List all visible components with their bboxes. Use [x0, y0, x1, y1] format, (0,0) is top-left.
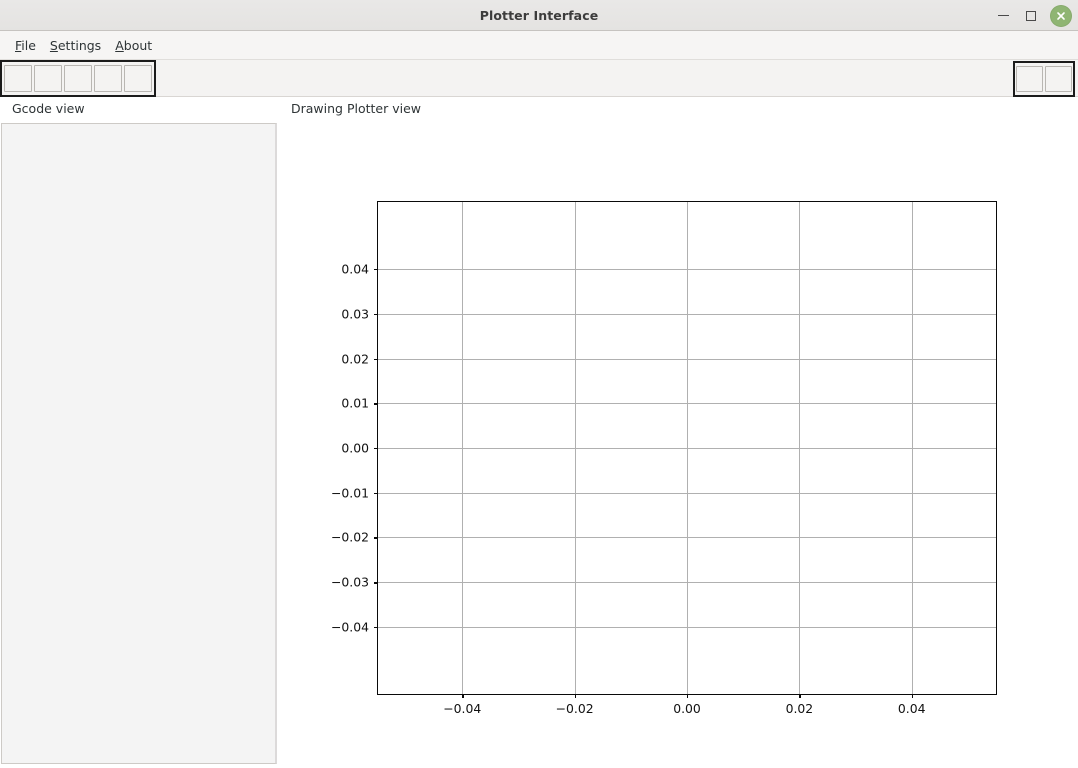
gcode-view-label: Gcode view: [12, 101, 85, 116]
minimize-icon[interactable]: [990, 3, 1016, 29]
gridline-vertical: [911, 202, 913, 694]
x-axis-tick-label: −0.04: [443, 701, 482, 716]
toolbar-button-6[interactable]: [1016, 66, 1043, 92]
x-axis-tick: [799, 694, 801, 698]
gcode-view-panel[interactable]: [1, 123, 277, 764]
y-axis-tick-label: 0.03: [341, 306, 369, 322]
toolbar-button-4[interactable]: [94, 65, 122, 92]
toolbar-button-2[interactable]: [34, 65, 62, 92]
x-axis-tick-label: 0.04: [897, 701, 926, 716]
menu-item-about[interactable]: About: [108, 35, 159, 56]
toolbar-button-1[interactable]: [4, 65, 32, 92]
plot-axes[interactable]: −0.04 −0.03 −0.02 −0.01 0.00 0.01 0.02 0.03 0.04…: [331, 201, 997, 716]
menu-file-rest: ile: [21, 37, 36, 53]
window-controls: [990, 0, 1072, 31]
y-axis-tick-label: −0.02: [331, 529, 369, 545]
toolbar-button-7[interactable]: [1045, 66, 1072, 92]
y-axis-tick: [374, 582, 378, 584]
gridline-vertical: [462, 202, 464, 694]
y-axis-tick: [374, 403, 378, 405]
drawing-plotter-view-panel[interactable]: −0.04 −0.03 −0.02 −0.01 0.00 0.01 0.02 0.03 0.04…: [278, 122, 1078, 767]
gridline-vertical: [799, 202, 801, 694]
x-axis-tick: [574, 694, 577, 698]
y-axis-tick: [374, 448, 378, 450]
x-axis-tick: [911, 694, 914, 698]
x-axis-tick: [462, 694, 464, 698]
x-axis-tick-label: 0.02: [785, 701, 814, 716]
title-bar: Plotter Interface: [0, 0, 1078, 31]
toolbar: [0, 60, 1078, 97]
y-axis-tick-label: −0.03: [331, 574, 369, 590]
menu-item-file[interactable]: File: [8, 35, 43, 56]
gridline-vertical: [687, 202, 688, 694]
y-axis-tick-label: 0.02: [341, 351, 369, 367]
menu-settings-rest: ettings: [57, 37, 102, 53]
y-axis-tick-label: 0.00: [341, 440, 369, 456]
menu-about-mnemonic: A: [115, 37, 124, 53]
y-axis-tick-label: 0.01: [341, 395, 369, 411]
y-axis-tick: [374, 313, 378, 316]
window-title: Plotter Interface: [479, 7, 599, 23]
y-axis-tick: [374, 358, 378, 360]
toolbar-group-left: [0, 60, 156, 97]
y-axis-tick: [374, 269, 378, 271]
y-axis-tick: [374, 626, 378, 629]
menu-settings-mnemonic: S: [49, 37, 58, 53]
y-axis-tick-label: 0.04: [341, 261, 369, 277]
menu-bar: File Settings About: [0, 31, 1078, 60]
y-axis-tick: [374, 492, 378, 495]
close-icon[interactable]: [1050, 4, 1072, 27]
toolbar-button-5[interactable]: [124, 65, 152, 92]
drawing-plotter-view-label: Drawing Plotter view: [291, 101, 421, 116]
x-axis-tick-label: 0.00: [673, 701, 701, 716]
y-axis-tick-label: −0.01: [331, 485, 369, 501]
gridline-vertical: [574, 202, 576, 694]
menu-about-rest: bout: [123, 37, 153, 53]
y-axis-tick-label: −0.04: [331, 619, 369, 635]
maximize-icon[interactable]: [1018, 3, 1044, 29]
y-axis-tick: [374, 537, 378, 539]
menu-item-settings[interactable]: Settings: [43, 35, 108, 56]
x-axis-tick: [687, 694, 689, 698]
toolbar-group-right: [1013, 61, 1075, 97]
application-window: Plotter Interface File Settings About Gc…: [0, 0, 1078, 768]
matplotlib-figure: −0.04 −0.03 −0.02 −0.01 0.00 0.01 0.02 0.03 0.04…: [278, 122, 1078, 767]
x-axis-tick-label: −0.02: [555, 701, 594, 716]
toolbar-button-3[interactable]: [64, 65, 92, 92]
